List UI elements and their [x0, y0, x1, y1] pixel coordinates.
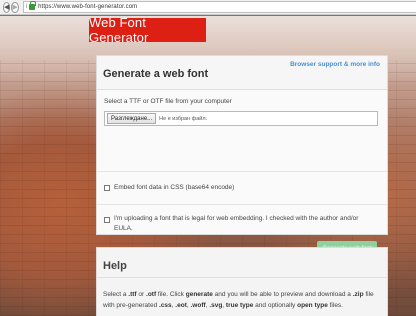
help-keyword: .woff	[190, 301, 206, 309]
help-keyword: .zip	[352, 291, 364, 298]
help-text-run: Select a	[103, 291, 129, 298]
help-text-run: and optionally	[253, 301, 298, 309]
embed-checkbox[interactable]	[104, 185, 110, 191]
embed-label[interactable]: Embed font data in CSS (base64 encode)	[114, 183, 234, 193]
help-text-run: files.	[327, 301, 343, 309]
form-title: Generate a web font	[103, 68, 209, 80]
lock-icon[interactable]	[29, 1, 37, 10]
help-keyword: generate	[185, 291, 213, 298]
help-text-run: and you will be able to preview and down…	[212, 291, 353, 298]
file-status-text: Не е избран файл.	[159, 115, 208, 122]
embed-section: Embed font data in CSS (base64 encode)	[97, 172, 387, 205]
help-keyword: open type	[297, 301, 328, 309]
form-header: Generate a web font Browser support & mo…	[97, 56, 387, 90]
file-section: Select a TTF or OTF file from your compu…	[97, 90, 387, 172]
help-keyword: .svg	[209, 301, 223, 309]
help-keyword: .css	[159, 301, 172, 309]
help-card: Help Select a .ttf or .otf file. Click g…	[96, 247, 388, 316]
help-keyword: .ttf	[128, 291, 137, 298]
help-text: Select a .ttf or .otf file. Click genera…	[103, 290, 385, 311]
help-text-run: or	[136, 291, 147, 298]
forward-arrow-icon[interactable]: ▶	[11, 1, 19, 13]
browser-toolbar: ◀ ▶ i https://www.web-font-generator.com	[0, 0, 416, 15]
info-icon[interactable]: i	[26, 4, 27, 10]
file-label: Select a TTF or OTF file from your compu…	[104, 98, 232, 105]
help-keyword: .otf	[146, 291, 157, 298]
back-arrow-icon[interactable]: ◀	[3, 1, 11, 13]
help-keyword: .eot	[175, 301, 187, 309]
legal-checkbox[interactable]	[104, 217, 110, 223]
address-bar[interactable]: i https://www.web-font-generator.com	[22, 1, 416, 13]
url-text[interactable]: https://www.web-font-generator.com	[38, 4, 137, 10]
help-title: Help	[103, 260, 127, 272]
browser-support-link[interactable]: Browser support & more info	[290, 61, 380, 68]
help-header: Help	[97, 248, 387, 278]
help-keyword: true type	[225, 301, 254, 309]
help-text-run: file. Click	[156, 291, 186, 298]
site-logo[interactable]: Web Font Generator	[89, 15, 206, 45]
generator-form-card: Generate a web font Browser support & mo…	[96, 55, 388, 256]
font-file-input[interactable]: Разглеждане... Не е избран файл.	[104, 111, 378, 126]
browse-button[interactable]: Разглеждане...	[107, 113, 157, 124]
legal-label[interactable]: I'm uploading a font that is legal for w…	[114, 214, 376, 234]
